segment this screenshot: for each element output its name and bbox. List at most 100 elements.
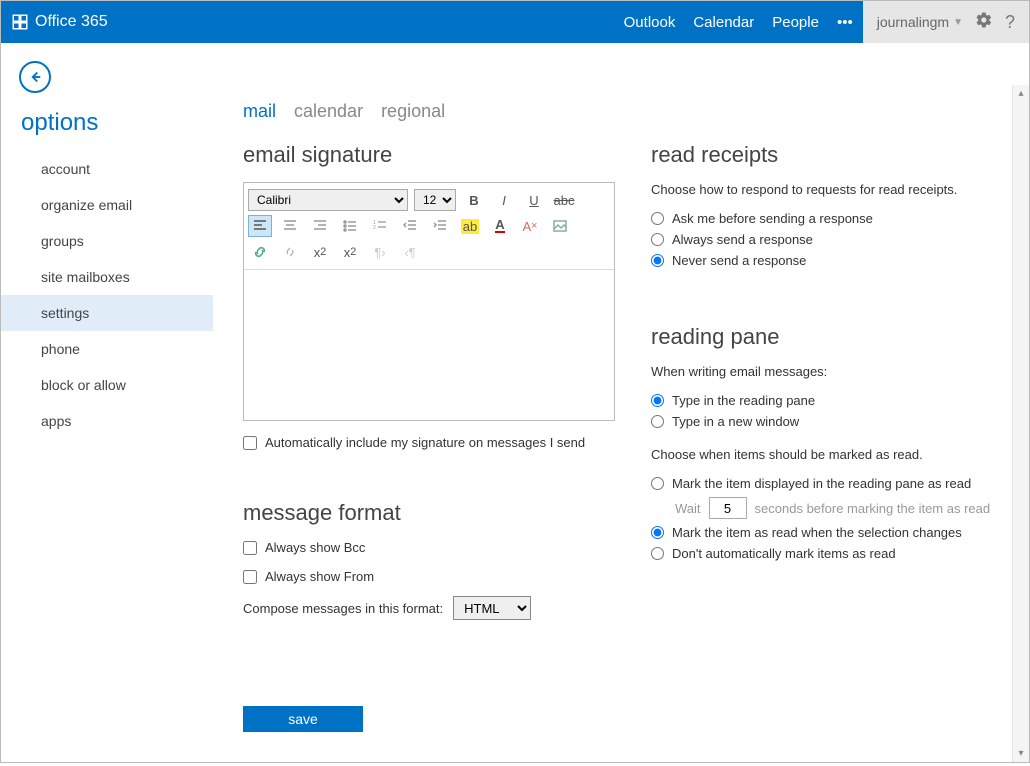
vertical-scrollbar[interactable]: ▴ ▾ — [1012, 85, 1029, 762]
help-icon[interactable]: ? — [1005, 12, 1015, 33]
top-nav: Outlook Calendar People ••• — [624, 14, 863, 31]
rr-never-radio[interactable] — [651, 254, 664, 267]
brand: Office 365 — [1, 13, 108, 31]
rr-never-row[interactable]: Never send a response — [651, 253, 1009, 268]
number-list-icon[interactable]: 12 — [368, 215, 392, 237]
always-show-bcc-row[interactable]: Always show Bcc — [243, 540, 601, 555]
options-title: options — [21, 109, 213, 137]
rp-type-newwindow-label: Type in a new window — [672, 414, 799, 429]
message-format-heading: message format — [243, 500, 601, 526]
rp-mark-displayed-label: Mark the item displayed in the reading p… — [672, 476, 971, 491]
auto-include-checkbox[interactable] — [243, 436, 257, 450]
sidebar-item-groups[interactable]: groups — [1, 223, 213, 259]
brand-text: Office 365 — [35, 13, 108, 31]
col-left: email signature Calibri 12 B — [243, 142, 601, 620]
always-show-bcc-checkbox[interactable] — [243, 541, 257, 555]
user-name: journalingm — [877, 14, 949, 30]
ltr-icon[interactable]: ¶› — [368, 241, 392, 263]
svg-text:2: 2 — [373, 225, 376, 231]
tab-regional[interactable]: regional — [381, 101, 445, 122]
highlight-icon[interactable]: ab — [458, 215, 482, 237]
back-button[interactable] — [19, 61, 51, 93]
bold-icon[interactable]: B — [462, 189, 486, 211]
rr-always-radio[interactable] — [651, 233, 664, 246]
signature-editor: Calibri 12 B I U abc — [243, 182, 615, 421]
font-select[interactable]: Calibri — [248, 189, 408, 211]
signature-textarea[interactable] — [244, 270, 614, 420]
rp-mark-selection-radio[interactable] — [651, 526, 664, 539]
caret-down-icon: ▼ — [953, 17, 963, 28]
reading-pane-desc2: Choose when items should be marked as re… — [651, 447, 1009, 462]
gear-icon[interactable] — [975, 11, 993, 34]
rp-type-newwindow-row[interactable]: Type in a new window — [651, 414, 1009, 429]
auto-include-checkbox-row[interactable]: Automatically include my signature on me… — [243, 435, 601, 450]
always-show-bcc-label: Always show Bcc — [265, 540, 365, 555]
scroll-up-icon[interactable]: ▴ — [1013, 85, 1029, 102]
rp-dont-mark-row[interactable]: Don't automatically mark items as read — [651, 546, 1009, 561]
rp-mark-displayed-row[interactable]: Mark the item displayed in the reading p… — [651, 476, 1009, 491]
font-color-icon[interactable]: A — [488, 215, 512, 237]
tab-mail[interactable]: mail — [243, 101, 276, 122]
rr-always-row[interactable]: Always send a response — [651, 232, 1009, 247]
rp-type-newwindow-radio[interactable] — [651, 415, 664, 428]
align-right-icon[interactable] — [308, 215, 332, 237]
compose-format-select[interactable]: HTML — [453, 596, 531, 620]
sidebar-item-settings[interactable]: settings — [1, 295, 213, 331]
sidebar-item-site-mailboxes[interactable]: site mailboxes — [1, 259, 213, 295]
email-signature-heading: email signature — [243, 142, 601, 168]
sidebar: options account organize email groups si… — [1, 43, 213, 762]
editor-toolbar: Calibri 12 B I U abc — [244, 183, 614, 270]
strikethrough-icon[interactable]: abc — [552, 189, 576, 211]
insert-image-icon[interactable] — [548, 215, 572, 237]
align-center-icon[interactable] — [278, 215, 302, 237]
unlink-icon[interactable] — [278, 241, 302, 263]
rr-ask-row[interactable]: Ask me before sending a response — [651, 211, 1009, 226]
top-right: journalingm ▼ ? — [863, 1, 1029, 43]
user-menu[interactable]: journalingm ▼ — [877, 14, 963, 30]
nav-more-icon[interactable]: ••• — [837, 14, 853, 31]
scroll-down-icon[interactable]: ▾ — [1013, 745, 1029, 762]
read-receipts-heading: read receipts — [651, 142, 1009, 168]
rp-wait-row: Wait seconds before marking the item as … — [675, 497, 1009, 519]
align-left-icon[interactable] — [248, 215, 272, 237]
auto-include-label: Automatically include my signature on me… — [265, 435, 585, 450]
always-show-from-checkbox[interactable] — [243, 570, 257, 584]
sidebar-item-apps[interactable]: apps — [1, 403, 213, 439]
rp-type-readingpane-radio[interactable] — [651, 394, 664, 407]
compose-format-label: Compose messages in this format: — [243, 601, 443, 616]
rp-wait-label2: seconds before marking the item as read — [755, 501, 991, 516]
outdent-icon[interactable] — [398, 215, 422, 237]
rr-ask-label: Ask me before sending a response — [672, 211, 873, 226]
rp-type-readingpane-row[interactable]: Type in the reading pane — [651, 393, 1009, 408]
rtl-icon[interactable]: ‹¶ — [398, 241, 422, 263]
nav-calendar[interactable]: Calendar — [693, 14, 754, 31]
tab-calendar[interactable]: calendar — [294, 101, 363, 122]
nav-people[interactable]: People — [772, 14, 819, 31]
topbar: Office 365 Outlook Calendar People ••• j… — [1, 1, 1029, 43]
rp-dont-mark-radio[interactable] — [651, 547, 664, 560]
underline-icon[interactable]: U — [522, 189, 546, 211]
rr-never-label: Never send a response — [672, 253, 806, 268]
always-show-from-row[interactable]: Always show From — [243, 569, 601, 584]
link-icon[interactable] — [248, 241, 272, 263]
rp-wait-input[interactable] — [709, 497, 747, 519]
rp-mark-displayed-radio[interactable] — [651, 477, 664, 490]
reading-pane-heading: reading pane — [651, 324, 1009, 350]
clear-format-icon[interactable]: A× — [518, 215, 542, 237]
rr-ask-radio[interactable] — [651, 212, 664, 225]
save-button[interactable]: save — [243, 706, 363, 732]
subscript-icon[interactable]: x2 — [338, 241, 362, 263]
sidebar-item-organize-email[interactable]: organize email — [1, 187, 213, 223]
rr-always-label: Always send a response — [672, 232, 813, 247]
main-panel: mail calendar regional email signature C… — [213, 43, 1029, 762]
indent-icon[interactable] — [428, 215, 452, 237]
sidebar-item-phone[interactable]: phone — [1, 331, 213, 367]
sidebar-item-block-or-allow[interactable]: block or allow — [1, 367, 213, 403]
size-select[interactable]: 12 — [414, 189, 456, 211]
sidebar-item-account[interactable]: account — [1, 151, 213, 187]
rp-mark-selection-row[interactable]: Mark the item as read when the selection… — [651, 525, 1009, 540]
bullet-list-icon[interactable] — [338, 215, 362, 237]
superscript-icon[interactable]: x2 — [308, 241, 332, 263]
nav-outlook[interactable]: Outlook — [624, 14, 676, 31]
italic-icon[interactable]: I — [492, 189, 516, 211]
